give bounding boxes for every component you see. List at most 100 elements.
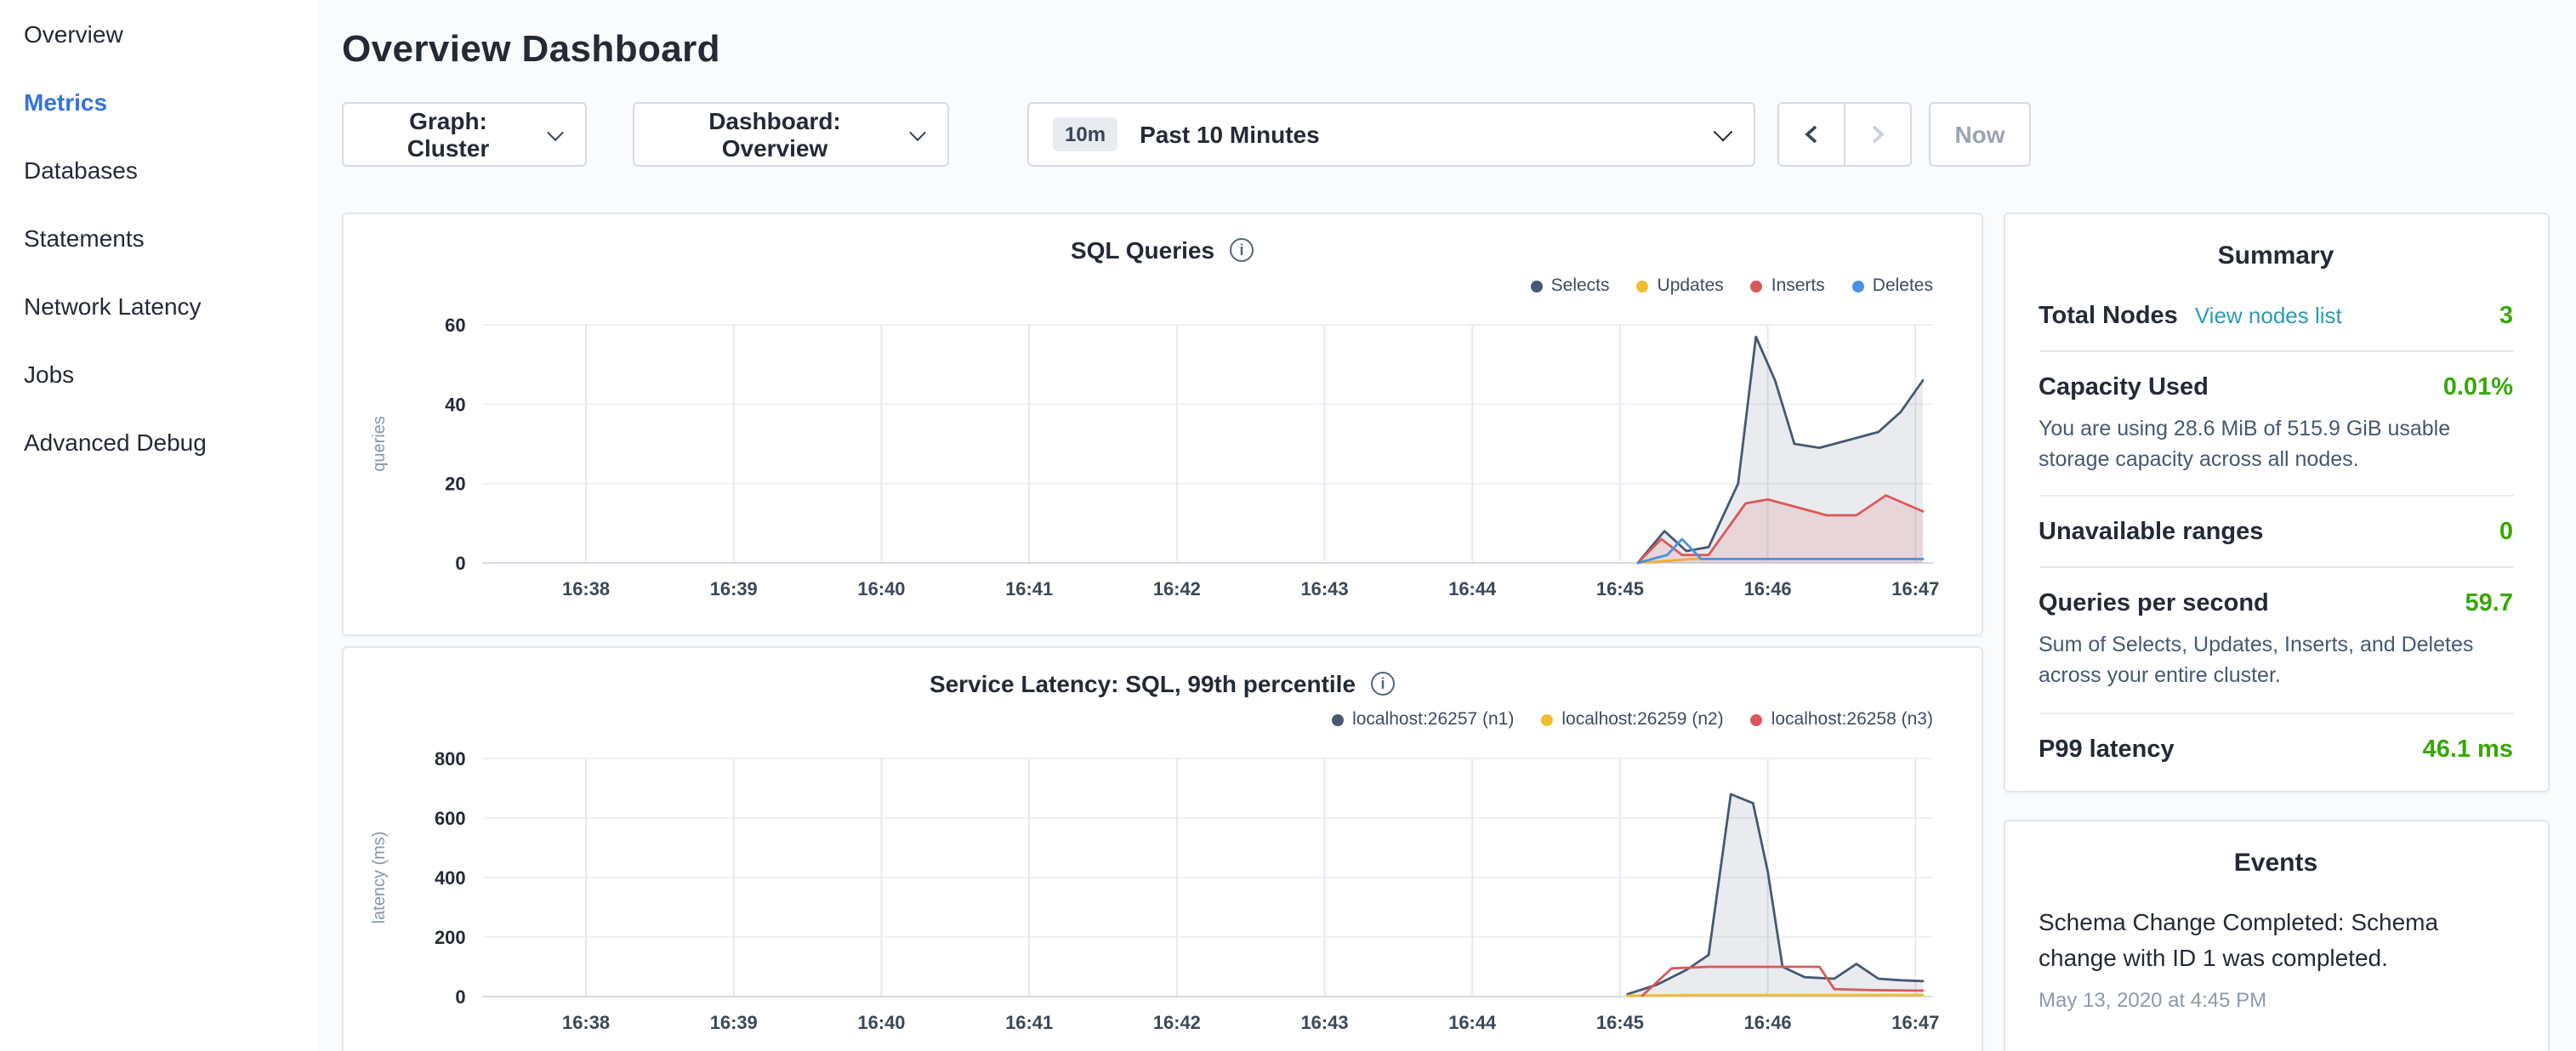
app-window: OverviewMetricsDatabasesStatementsNetwor… — [0, 0, 2576, 1051]
svg-text:queries: queries — [370, 416, 389, 472]
view-nodes-link[interactable]: View nodes list — [2195, 303, 2342, 328]
legend-item: localhost:26257 (n1) — [1332, 709, 1514, 730]
chevron-down-icon — [909, 123, 926, 140]
service-latency-panel: Service Latency: SQL, 99th percentile i … — [342, 646, 1982, 1051]
chevron-down-icon — [547, 123, 564, 140]
legend-label: localhost:26257 (n1) — [1352, 709, 1514, 730]
svg-text:800: 800 — [435, 748, 466, 770]
time-next-button[interactable] — [1844, 102, 1912, 167]
svg-text:16:39: 16:39 — [710, 1012, 758, 1033]
svg-text:16:39: 16:39 — [710, 578, 758, 599]
svg-text:400: 400 — [435, 867, 466, 889]
svg-text:16:42: 16:42 — [1153, 578, 1201, 599]
event-message: Schema Change Completed: Schema change w… — [2039, 904, 2513, 975]
svg-text:16:47: 16:47 — [1891, 578, 1939, 599]
sidebar-item-jobs[interactable]: Jobs — [0, 340, 318, 408]
time-step-buttons — [1777, 102, 1912, 167]
summary-row: Queries per second59.7Sum of Selects, Up… — [2039, 569, 2513, 714]
summary-row: Total NodesView nodes list3 — [2039, 281, 2513, 352]
time-range-picker[interactable]: 10m Past 10 Minutes — [1027, 102, 1755, 167]
sidebar: OverviewMetricsDatabasesStatementsNetwor… — [0, 0, 318, 1051]
sql-queries-chart[interactable]: 020406016:3816:3916:4016:4116:4216:4316:… — [361, 304, 1964, 624]
svg-text:16:44: 16:44 — [1448, 578, 1497, 599]
info-icon[interactable]: i — [1230, 237, 1254, 261]
time-range-label: Past 10 Minutes — [1140, 121, 1696, 148]
now-button[interactable]: Now — [1929, 102, 2031, 167]
svg-text:0: 0 — [455, 553, 465, 574]
page-title: Overview Dashboard — [342, 27, 2549, 71]
svg-text:40: 40 — [445, 394, 465, 415]
svg-text:60: 60 — [445, 315, 465, 336]
svg-text:16:38: 16:38 — [562, 578, 610, 599]
toolbar: Graph: Cluster Dashboard: Overview 10m P… — [342, 102, 2549, 167]
service-latency-chart[interactable]: 020040060080016:3816:3916:4016:4116:4216… — [361, 738, 1964, 1051]
app-root: OverviewMetricsDatabasesStatementsNetwor… — [0, 0, 2576, 1051]
legend-dot-icon — [1852, 280, 1864, 292]
legend-item: Inserts — [1751, 276, 1825, 296]
legend-dot-icon — [1751, 713, 1763, 725]
summary-label: Capacity Used — [2039, 374, 2209, 401]
summary-label: Queries per second — [2039, 591, 2269, 618]
summary-row: P99 latency46.1 ms — [2039, 713, 2513, 783]
charts-column: SQL Queries i SelectsUpdatesInsertsDelet… — [342, 213, 1982, 1051]
legend-dot-icon — [1541, 713, 1553, 725]
dashboard-dropdown[interactable]: Dashboard: Overview — [633, 102, 949, 167]
summary-row: Capacity Used 0.01% You are using 28.6 MiB… — [2039, 352, 2513, 497]
main-content: Overview Dashboard Graph: Cluster Dashbo… — [318, 0, 2576, 1051]
summary-heading: Summary — [2039, 214, 2513, 281]
svg-text:16:41: 16:41 — [1005, 1012, 1053, 1033]
svg-text:16:47: 16:47 — [1891, 1012, 1939, 1033]
legend-label: Selects — [1551, 276, 1610, 296]
time-prev-button[interactable] — [1777, 102, 1845, 167]
chart-title: SQL Queries — [1071, 236, 1214, 263]
legend-label: Inserts — [1771, 276, 1825, 296]
dashboard-dropdown-label: Dashboard: Overview — [658, 107, 891, 162]
chart-title: Service Latency: SQL, 99th percentile — [930, 669, 1356, 696]
svg-text:16:38: 16:38 — [562, 1012, 610, 1033]
chart-legend: localhost:26257 (n1) localhost:26259 (n2)… — [361, 707, 1933, 731]
legend-item: localhost:26258 (n3) — [1751, 709, 1933, 730]
time-controls: 10m Past 10 Minutes — [1027, 102, 2031, 167]
summary-rows: Total NodesView nodes list3Capacity Used… — [2039, 281, 2513, 783]
sql-queries-panel: SQL Queries i SelectsUpdatesInsertsDelet… — [342, 213, 1982, 636]
summary-description: You are using 28.6 MiB of 515.9 GiB usab… — [2039, 413, 2513, 475]
chart-head: SQL Queries i — [361, 235, 1964, 264]
sidebar-item-metrics[interactable]: Metrics — [0, 68, 318, 136]
legend-label: Deletes — [1873, 276, 1933, 296]
legend-dot-icon — [1637, 280, 1649, 292]
summary-value: 0 — [2499, 520, 2513, 547]
event-item: Schema Change Completed: Schema change w… — [2039, 887, 2513, 1031]
svg-text:0: 0 — [455, 986, 465, 1008]
events-heading: Events — [2039, 821, 2513, 887]
events-list: Schema Change Completed: Schema change w… — [2039, 887, 2513, 1031]
info-icon[interactable]: i — [1371, 671, 1395, 695]
sidebar-item-statements[interactable]: Statements — [0, 204, 318, 272]
sidebar-item-advanced-debug[interactable]: Advanced Debug — [0, 408, 318, 476]
chevron-down-icon — [1714, 122, 1733, 142]
svg-text:16:40: 16:40 — [857, 1012, 905, 1033]
chart-head: Service Latency: SQL, 99th percentile i — [361, 668, 1964, 697]
svg-text:16:43: 16:43 — [1301, 578, 1349, 599]
svg-text:16:46: 16:46 — [1744, 1012, 1792, 1033]
svg-text:600: 600 — [435, 808, 466, 829]
legend-item: localhost:26259 (n2) — [1541, 709, 1723, 730]
chevron-right-icon — [1869, 124, 1886, 145]
summary-value: 46.1 ms — [2423, 736, 2513, 763]
sidebar-item-overview[interactable]: Overview — [0, 0, 318, 68]
summary-value: 0.01% — [2443, 374, 2513, 401]
graph-dropdown[interactable]: Graph: Cluster — [342, 102, 587, 167]
legend-dot-icon — [1751, 280, 1763, 292]
svg-text:16:44: 16:44 — [1448, 1012, 1497, 1033]
svg-text:20: 20 — [445, 474, 465, 495]
legend-dot-icon — [1531, 280, 1543, 292]
sidebar-item-network-latency[interactable]: Network Latency — [0, 272, 318, 340]
summary-value: 59.7 — [2465, 591, 2513, 618]
svg-text:16:45: 16:45 — [1596, 578, 1644, 599]
svg-text:16:40: 16:40 — [857, 578, 905, 599]
svg-text:16:42: 16:42 — [1153, 1012, 1201, 1033]
summary-value: 3 — [2499, 303, 2513, 330]
svg-text:16:46: 16:46 — [1744, 578, 1792, 599]
sidebar-item-databases[interactable]: Databases — [0, 136, 318, 204]
events-panel: Events Schema Change Completed: Schema c… — [2003, 819, 2549, 1051]
svg-text:latency (ms): latency (ms) — [370, 832, 389, 924]
